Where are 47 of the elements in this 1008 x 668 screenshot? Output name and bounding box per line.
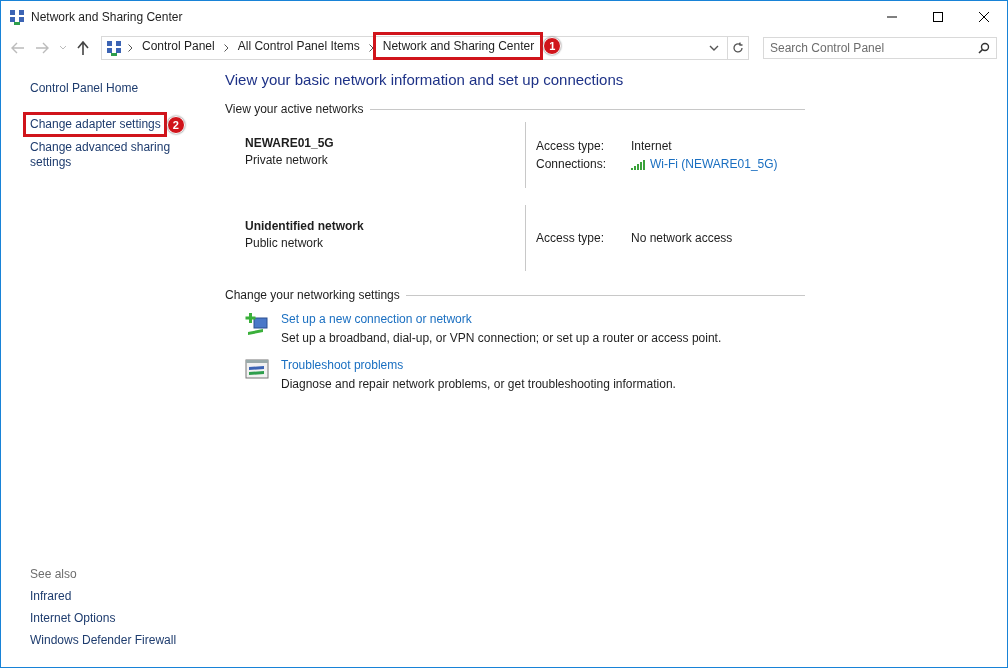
see-also-link[interactable]: Windows Defender Firewall [30,633,224,647]
chevron-icon [223,44,229,52]
network-location-icon [106,40,122,56]
search-icon [978,42,990,54]
forward-button[interactable] [33,42,51,54]
maximize-icon [933,12,943,22]
detail-label: Access type: [536,139,606,153]
breadcrumb-item[interactable]: Network and Sharing Center [379,37,538,55]
add-connection-icon [245,312,269,336]
see-also-title: See also [30,567,78,581]
dropdown-caret-icon[interactable] [707,45,721,51]
sidebar-link[interactable]: Change adapter settings [30,117,161,132]
step-number-badge: 1 [543,37,562,55]
up-button[interactable] [75,41,91,55]
sidebar-link[interactable]: Change advanced sharing settings [30,140,180,170]
sidebar-link[interactable]: Control Panel Home [30,81,139,96]
history-dropdown-button[interactable] [57,45,69,51]
troubleshoot-window-icon [245,358,269,380]
section-title: Change your networking settings [225,288,400,302]
see-also-link[interactable]: Infrared [30,589,224,603]
breadcrumb-item[interactable]: All Control Panel Items [234,37,363,55]
detail-label: Connections: [536,157,608,171]
detail-value: No network access [631,231,733,245]
task-link[interactable]: Set up a new connection or network [281,312,722,326]
back-button[interactable] [9,42,27,54]
task-description: Diagnose and repair network problems, or get troubleshooting information. [281,377,676,391]
section-title: View your active networks [225,102,364,116]
chevron-icon [128,44,133,52]
network-category: Public network [245,236,325,250]
network-category: Private network [245,153,329,167]
close-icon [979,12,989,22]
task-link[interactable]: Troubleshoot problems [281,358,676,372]
window-title: Network and Sharing Center [31,10,184,24]
network-name: Unidentified network [245,219,365,233]
detail-value: Internet [631,139,672,153]
breadcrumb-item[interactable]: Control Panel [139,37,218,55]
network-app-icon [9,9,25,25]
refresh-icon [732,42,744,54]
chevron-icon [368,44,374,52]
signal-bars-icon [631,158,647,170]
network-name: NEWARE01_5G [245,136,335,150]
page-heading: View your basic network information and set up connections [225,71,625,88]
detail-label: Access type: [536,231,606,245]
task-description: Set up a broadband, dial-up, or VPN connection; or set up a router or access point. [281,331,722,345]
see-also-link[interactable]: Internet Options [30,611,224,625]
connection-link[interactable]: Wi-Fi (NEWARE01_5G) [650,157,778,171]
search-field[interactable]: Search Control Panel [763,37,997,59]
